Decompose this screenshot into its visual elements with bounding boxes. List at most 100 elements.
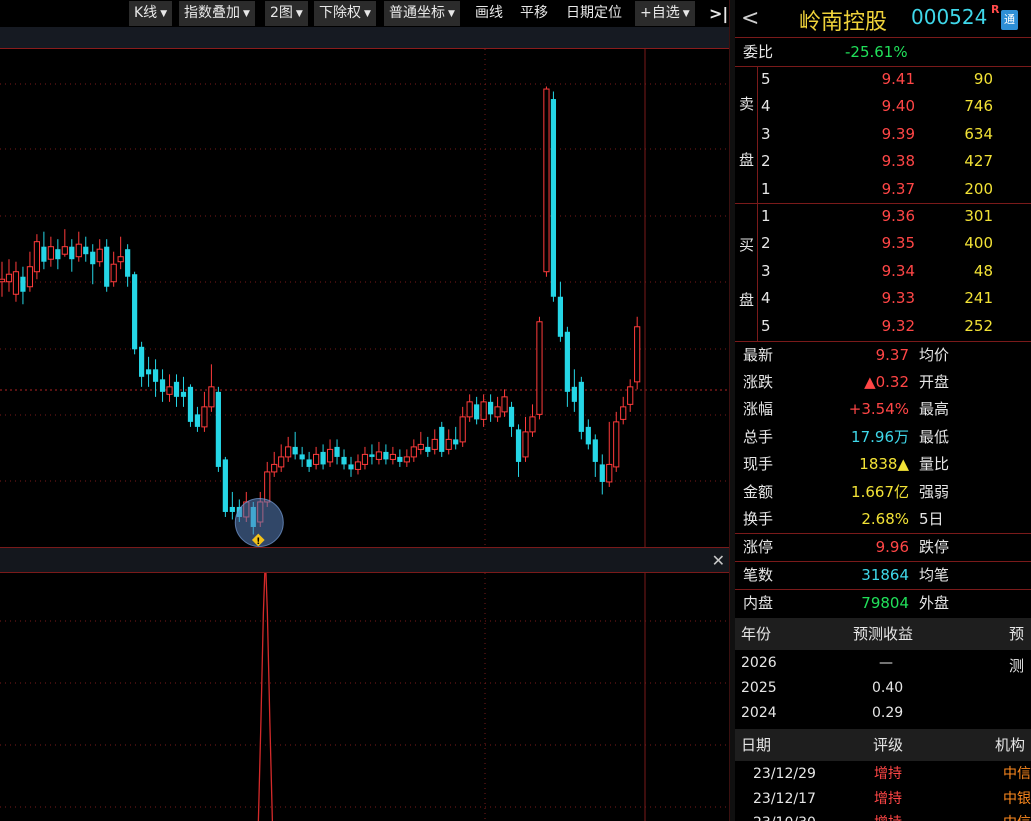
change-label: 涨跌 bbox=[743, 373, 774, 391]
candle-body bbox=[348, 464, 354, 470]
rating-date: 23/10/30 bbox=[753, 811, 816, 821]
order-price: 9.41 bbox=[881, 70, 915, 88]
candle-body bbox=[459, 416, 466, 443]
weibi-value: -25.61% bbox=[845, 43, 908, 61]
candle-body bbox=[522, 431, 529, 458]
order-book-row[interactable]: 3 9.39 634 bbox=[735, 121, 1031, 148]
candle-body bbox=[201, 406, 208, 428]
candle-body bbox=[33, 241, 40, 273]
candle-body bbox=[125, 249, 131, 277]
two-charts-button[interactable]: 2图 ▼ bbox=[265, 1, 308, 26]
two-charts-label: 2图 bbox=[270, 5, 293, 21]
candle-body bbox=[278, 456, 285, 468]
rating-row[interactable]: 23/10/30 增持 中信 bbox=[735, 811, 1031, 821]
kline-chart[interactable]: ! bbox=[0, 49, 729, 547]
candle-body bbox=[453, 439, 459, 445]
coordinate-label: 普通坐标 bbox=[389, 5, 445, 21]
coordinate-button[interactable]: 普通坐标 ▼ bbox=[384, 1, 460, 26]
order-book-row[interactable]: 4 9.40 746 bbox=[735, 93, 1031, 120]
candle-body bbox=[397, 456, 403, 462]
order-book-row[interactable]: 2 9.35 400 bbox=[735, 230, 1031, 257]
kline-marker: ! bbox=[234, 497, 284, 547]
order-price: 9.34 bbox=[881, 261, 915, 280]
order-level: 3 bbox=[761, 124, 771, 143]
order-book-row[interactable]: 2 9.38 427 bbox=[735, 148, 1031, 175]
candle-body bbox=[445, 438, 452, 450]
candle-body bbox=[389, 453, 396, 460]
avg-trade-label: 均笔 bbox=[919, 566, 950, 584]
candle-body bbox=[375, 451, 383, 460]
order-book-row[interactable]: 1 9.36 301 bbox=[735, 203, 1031, 230]
order-price: 9.36 bbox=[881, 207, 915, 225]
rating-row[interactable]: 23/12/29 增持 中信 bbox=[735, 762, 1031, 787]
forecast-eps: 0.29 bbox=[872, 705, 904, 721]
forecast-row: 2026 — bbox=[735, 651, 1031, 676]
adjust-button[interactable]: 下除权 ▼ bbox=[314, 1, 376, 26]
order-book-row[interactable]: 5 9.32 252 bbox=[735, 313, 1031, 340]
candle-body bbox=[417, 443, 424, 450]
indicator-chart[interactable] bbox=[0, 572, 729, 821]
order-level: 3 bbox=[761, 261, 771, 280]
indicator-grid bbox=[0, 573, 729, 821]
candle-body bbox=[613, 421, 620, 468]
candle-body bbox=[543, 88, 550, 273]
back-arrow-icon[interactable]: < bbox=[741, 6, 759, 31]
candle-body bbox=[83, 246, 89, 255]
order-book-row[interactable]: 1 9.37 200 bbox=[735, 176, 1031, 203]
change-value: ▲0.32 bbox=[864, 373, 909, 391]
order-level: 2 bbox=[761, 234, 771, 253]
rating-date: 23/12/17 bbox=[753, 791, 816, 807]
eps-col-header: 预测收益 bbox=[853, 625, 914, 643]
quote-row-inner: 内盘 79804 外盘 bbox=[735, 590, 1031, 617]
order-book-row[interactable]: 4 9.33 241 bbox=[735, 285, 1031, 312]
rating-value: 增持 bbox=[874, 811, 902, 821]
quote-row-trades: 笔数 31864 均笔 bbox=[735, 562, 1031, 589]
candle-body bbox=[313, 453, 320, 465]
watchlist-button[interactable]: +自选 ▼ bbox=[635, 1, 695, 26]
forecast-year: 2025 bbox=[741, 680, 777, 696]
quote-row-amount: 金额 1.667亿 强弱 bbox=[735, 479, 1031, 506]
indicator-svg bbox=[0, 572, 729, 821]
order-volume: 200 bbox=[964, 179, 993, 198]
draw-button[interactable]: 画线 bbox=[470, 1, 508, 26]
candle-body bbox=[187, 386, 194, 422]
order-book-row[interactable]: 5 9.41 90 bbox=[735, 66, 1031, 93]
indicator-peak-line bbox=[257, 572, 274, 821]
candle-body bbox=[634, 326, 641, 383]
order-book-row[interactable]: 3 9.34 48 bbox=[735, 258, 1031, 285]
index-overlay-button[interactable]: 指数叠加 ▼ bbox=[179, 1, 255, 26]
candle-body bbox=[403, 456, 410, 463]
volume-value: 17.96万 bbox=[851, 428, 909, 446]
candle-body bbox=[264, 471, 271, 503]
order-volume: 301 bbox=[964, 207, 993, 225]
candle-body bbox=[69, 246, 75, 260]
kline-label: K线 bbox=[134, 5, 158, 21]
date-locate-button[interactable]: 日期定位 bbox=[561, 1, 627, 26]
order-volume: 48 bbox=[973, 261, 993, 280]
kline-grid bbox=[0, 49, 729, 547]
close-icon[interactable]: ✕ bbox=[712, 551, 725, 570]
candle-body bbox=[571, 386, 577, 402]
rating-org: 中信 bbox=[1003, 811, 1031, 821]
quote-panel: < 岭南控股 000524 R 通 委比 -25.61% 5 9.41 90 4 9.4… bbox=[735, 0, 1031, 821]
high-label: 最高 bbox=[919, 400, 950, 418]
forecast-row: 2024 0.29 bbox=[735, 701, 1031, 726]
index-overlay-label: 指数叠加 bbox=[184, 5, 240, 21]
candle-body bbox=[173, 381, 180, 397]
turnover-label: 换手 bbox=[743, 510, 774, 528]
turnover-value: 2.68% bbox=[861, 510, 909, 528]
amount-value: 1.667亿 bbox=[851, 483, 909, 501]
rating-row[interactable]: 23/12/17 增持 中银 bbox=[735, 787, 1031, 812]
sell-side-label: 卖 盘 bbox=[739, 95, 755, 169]
quote-row-latest: 最新 9.37 均价 bbox=[735, 342, 1031, 369]
kline-button[interactable]: K线 ▼ bbox=[129, 1, 173, 26]
candle-body bbox=[271, 463, 278, 473]
pan-button[interactable]: 平移 bbox=[515, 1, 553, 26]
order-price: 9.39 bbox=[881, 124, 915, 143]
candle-body bbox=[166, 386, 173, 395]
candle-body bbox=[334, 446, 340, 457]
order-level: 4 bbox=[761, 289, 771, 308]
strength-label: 强弱 bbox=[919, 483, 950, 501]
candle-body bbox=[5, 273, 13, 283]
candle-body bbox=[501, 396, 508, 413]
